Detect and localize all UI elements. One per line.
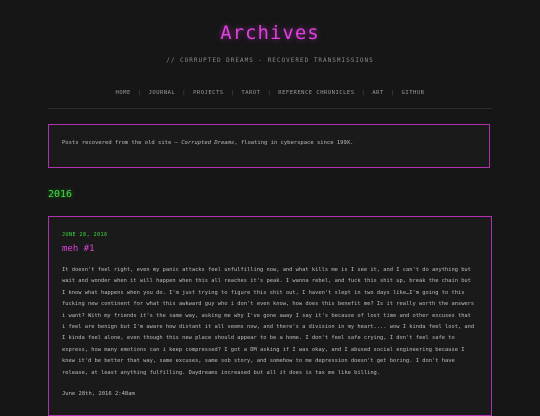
nav-journal[interactable]: JOURNAL [142, 90, 183, 96]
nav-reference-chronicles[interactable]: REFERENCE CHRONICLES [271, 90, 361, 96]
post-title[interactable]: meh #1 [62, 244, 95, 254]
nav-tarot[interactable]: TAROT [234, 90, 267, 96]
nav-art[interactable]: ART [365, 90, 390, 96]
post-date: JUNE 28, 2016 [62, 232, 108, 238]
intro-text-before: Posts recovered from the old site — [62, 140, 182, 146]
nav-projects[interactable]: PROJECTS [186, 90, 231, 96]
site-name: Corrupted Dreams [181, 140, 235, 146]
nav-divider [48, 108, 492, 109]
intro-text: Posts recovered from the old site — Corr… [62, 140, 353, 146]
intro-box: Posts recovered from the old site — Corr… [48, 124, 490, 168]
year-heading: 2016 [48, 189, 73, 200]
post-timestamp: June 28th, 2016 2:48am [62, 391, 135, 397]
page-title: Archives [220, 22, 320, 44]
post-card: JUNE 28, 2016 meh #1 It doesn't feel rig… [48, 216, 492, 416]
nav-home[interactable]: HOME [109, 90, 138, 96]
page-subtitle: // CORRUPTED DREAMS - RECOVERED TRANSMIS… [166, 57, 374, 64]
intro-text-after: , floating in cyberspace since 199X. [234, 140, 354, 146]
main-nav: HOME | JOURNAL | PROJECTS | TAROT | REFE… [0, 90, 540, 96]
nav-github[interactable]: GITHUB [395, 90, 432, 96]
post-body: It doesn't feel right, even my panic att… [62, 267, 475, 376]
